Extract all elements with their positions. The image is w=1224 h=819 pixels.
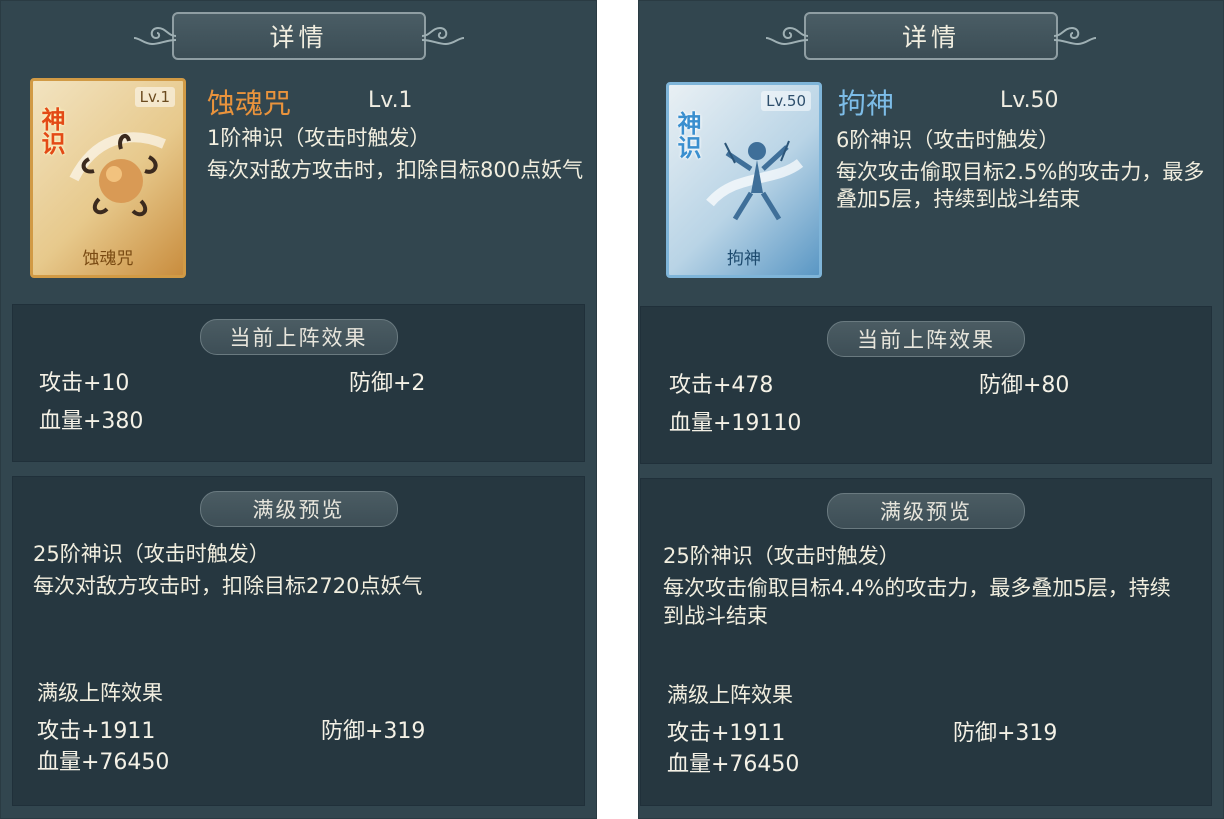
skill-name: 拘神 bbox=[838, 87, 895, 120]
stat-attack: 攻击+478 bbox=[669, 373, 774, 398]
skill-art-icon bbox=[69, 132, 166, 217]
max-stat-defense: 防御+319 bbox=[953, 721, 1058, 746]
cloud-ornament-icon bbox=[421, 26, 464, 46]
skill-level: Lv.1 bbox=[368, 88, 413, 113]
card-level: Lv.50 bbox=[761, 91, 811, 111]
detail-panel-right: 详情 Lv.50 神识 拘神 拘神 Lv.50 6阶神识（攻击时触发） 每次攻击… bbox=[638, 0, 1224, 819]
skill-tier: 6阶神识（攻击时触发） bbox=[836, 128, 1060, 152]
current-effect-section: 当前上阵效果 攻击+10 防御+2 血量+380 bbox=[12, 304, 585, 462]
card-badge: 神识 bbox=[37, 107, 65, 155]
current-effect-section: 当前上阵效果 攻击+478 防御+80 血量+19110 bbox=[640, 306, 1212, 464]
current-effect-header: 当前上阵效果 bbox=[827, 321, 1025, 357]
max-preview-header: 满级预览 bbox=[199, 491, 398, 527]
max-preview-header: 满级预览 bbox=[827, 493, 1025, 529]
title-banner: 详情 bbox=[765, 12, 1097, 60]
max-effect-label: 满级上阵效果 bbox=[37, 681, 163, 705]
skill-card: Lv.1 神识 蚀魂咒 bbox=[30, 78, 186, 278]
max-stat-hp: 血量+76450 bbox=[667, 752, 800, 777]
stat-hp: 血量+380 bbox=[39, 409, 144, 434]
preview-description: 每次对敌方攻击时，扣除目标2720点妖气 bbox=[33, 574, 423, 598]
title-banner: 详情 bbox=[133, 12, 464, 60]
skill-level: Lv.50 bbox=[1000, 88, 1059, 113]
max-stat-attack: 攻击+1911 bbox=[37, 719, 156, 744]
panel-title: 详情 bbox=[269, 23, 328, 52]
card-name: 蚀魂咒 bbox=[82, 249, 134, 269]
stat-hp: 血量+19110 bbox=[669, 411, 802, 436]
cloud-ornament-icon bbox=[1053, 26, 1097, 46]
card-level: Lv.1 bbox=[134, 87, 175, 107]
cloud-ornament-icon bbox=[765, 26, 809, 46]
skill-tier: 1阶神识（攻击时触发） bbox=[207, 126, 431, 150]
preview-description: 每次攻击偷取目标4.4%的攻击力，最多叠加5层，持续到战斗结束 bbox=[663, 576, 1171, 628]
max-stat-defense: 防御+319 bbox=[321, 719, 426, 744]
preview-tier: 25阶神识（攻击时触发） bbox=[663, 544, 900, 568]
current-effect-header: 当前上阵效果 bbox=[199, 319, 398, 355]
preview-tier: 25阶神识（攻击时触发） bbox=[33, 542, 270, 566]
cloud-ornament-icon bbox=[133, 26, 176, 46]
max-preview-section: 满级预览 25阶神识（攻击时触发） 每次对敌方攻击时，扣除目标2720点妖气 满… bbox=[12, 476, 585, 806]
detail-panel-left: 详情 Lv.1 神识 蚀魂咒 蚀魂咒 Lv.1 1阶神识（攻击时触发） 每次对敌… bbox=[0, 0, 597, 819]
max-effect-label: 满级上阵效果 bbox=[667, 683, 793, 707]
skill-description: 每次攻击偷取目标2.5%的攻击力，最多叠加5层，持续到战斗结束 bbox=[836, 160, 1205, 211]
skill-description: 每次对敌方攻击时，扣除目标800点妖气 bbox=[207, 158, 584, 182]
max-preview-section: 满级预览 25阶神识（攻击时触发） 每次攻击偷取目标4.4%的攻击力，最多叠加5… bbox=[640, 478, 1212, 806]
stat-attack: 攻击+10 bbox=[39, 371, 130, 396]
card-name: 拘神 bbox=[727, 249, 761, 269]
panel-title: 详情 bbox=[901, 23, 960, 52]
skill-art-icon bbox=[706, 140, 804, 221]
max-stat-hp: 血量+76450 bbox=[37, 750, 170, 775]
card-badge: 神识 bbox=[673, 111, 701, 159]
stat-defense: 防御+2 bbox=[349, 371, 426, 396]
stat-defense: 防御+80 bbox=[979, 373, 1070, 398]
max-stat-attack: 攻击+1911 bbox=[667, 721, 786, 746]
skill-name: 蚀魂咒 bbox=[207, 87, 292, 120]
skill-card: Lv.50 神识 拘神 bbox=[666, 82, 822, 278]
